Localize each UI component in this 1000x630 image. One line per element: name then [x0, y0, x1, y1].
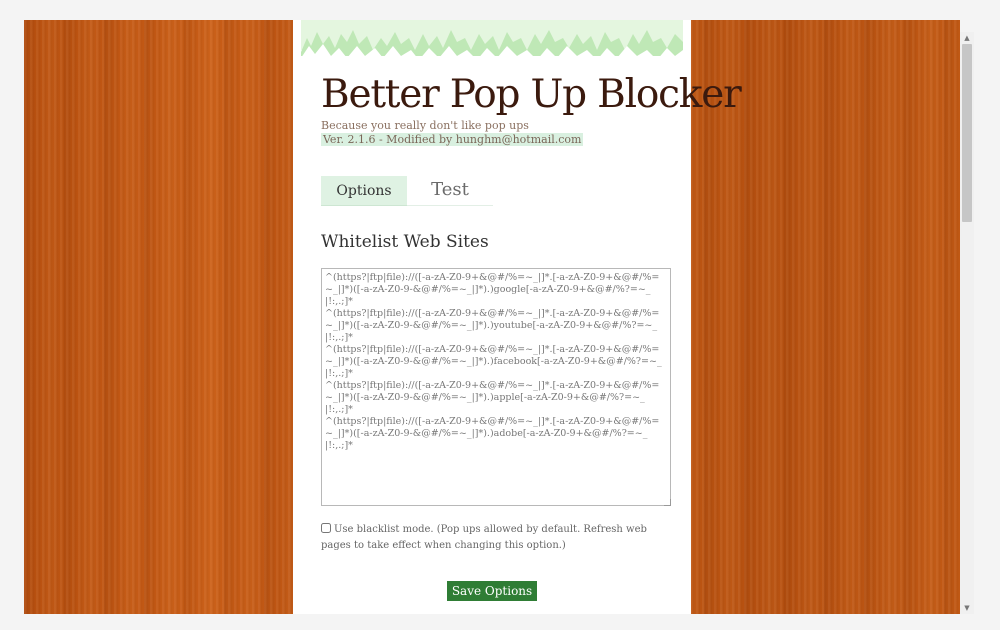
blacklist-mode-label: Use blacklist mode. (Pop ups allowed by …	[321, 524, 647, 551]
blacklist-mode-option: Use blacklist mode. (Pop ups allowed by …	[321, 522, 666, 554]
whitelist-heading: Whitelist Web Sites	[321, 232, 489, 252]
page-viewport: Better Pop Up Blocker Because you really…	[24, 20, 960, 614]
app-title: Better Pop Up Blocker	[321, 72, 742, 117]
scroll-up-arrow-icon[interactable]: ▲	[960, 32, 974, 44]
scrollbar-thumb[interactable]	[962, 44, 972, 222]
blacklist-mode-checkbox[interactable]	[321, 523, 331, 533]
tab-options[interactable]: Options	[321, 176, 407, 206]
app-subtitle: Because you really don't like pop ups	[321, 119, 529, 132]
tab-bar: Options Test	[321, 176, 493, 206]
scroll-down-arrow-icon[interactable]: ▼	[960, 602, 974, 614]
resize-grip-icon[interactable]	[664, 499, 671, 506]
save-options-button[interactable]: Save Options	[447, 581, 537, 601]
version-info: Ver. 2.1.6 - Modified by hunghm@hotmail.…	[321, 133, 584, 146]
tab-test[interactable]: Test	[407, 176, 493, 206]
vertical-scrollbar[interactable]: ▲ ▼	[960, 32, 974, 614]
forest-banner-image	[301, 20, 683, 70]
whitelist-textarea[interactable]	[321, 268, 671, 506]
options-panel: Better Pop Up Blocker Because you really…	[293, 20, 742, 614]
